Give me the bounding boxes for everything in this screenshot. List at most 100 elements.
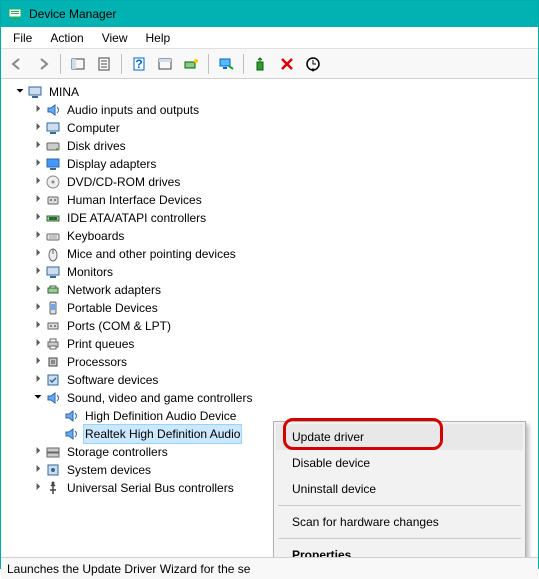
tree-item[interactable]: ⏵ Software devices xyxy=(3,371,536,389)
tree-item[interactable]: ⏵ Computer xyxy=(3,119,536,137)
tree-item[interactable]: ⏵ Human Interface Devices xyxy=(3,191,536,209)
cpu-icon xyxy=(45,354,61,370)
context-sep xyxy=(278,538,521,539)
tree-item-label[interactable]: DVD/CD-ROM drives xyxy=(65,173,182,191)
tree-item-label[interactable]: Processors xyxy=(65,353,129,371)
expand-icon[interactable]: ⏵ xyxy=(31,317,45,335)
add-legacy-button[interactable] xyxy=(179,52,203,76)
tree-item[interactable]: ⏷ Sound, video and game controllers xyxy=(3,389,536,407)
action-button[interactable] xyxy=(153,52,177,76)
menu-action[interactable]: Action xyxy=(42,29,91,47)
tree-item[interactable]: ⏵ Ports (COM & LPT) xyxy=(3,317,536,335)
context-sep xyxy=(278,505,521,506)
tree-item[interactable]: ⏵ Network adapters xyxy=(3,281,536,299)
printer-icon xyxy=(45,336,61,352)
tree-item[interactable]: ⏵ Disk drives xyxy=(3,137,536,155)
context-uninstall-device[interactable]: Uninstall device xyxy=(276,476,523,502)
tree-item[interactable]: ⏵ DVD/CD-ROM drives xyxy=(3,173,536,191)
expand-icon[interactable]: ⏵ xyxy=(31,263,45,281)
expand-icon[interactable]: ⏵ xyxy=(31,191,45,209)
context-properties[interactable]: Properties xyxy=(276,542,523,557)
menu-file[interactable]: File xyxy=(5,29,40,47)
tree-item-label[interactable]: Monitors xyxy=(65,263,115,281)
tree-item-label[interactable]: Disk drives xyxy=(65,137,128,155)
context-scan[interactable]: Scan for hardware changes xyxy=(276,509,523,535)
expand-icon[interactable]: ⏵ xyxy=(31,173,45,191)
statusbar: Launches the Update Driver Wizard for th… xyxy=(1,557,538,579)
scan-button[interactable] xyxy=(301,52,325,76)
tree-item-label[interactable]: Universal Serial Bus controllers xyxy=(65,479,236,497)
tree-item-label[interactable]: Portable Devices xyxy=(65,299,160,317)
expand-icon[interactable]: ⏵ xyxy=(31,371,45,389)
expand-icon[interactable]: ⏷ xyxy=(13,83,27,101)
tree-item[interactable]: ⏵ Mice and other pointing devices xyxy=(3,245,536,263)
disk-icon xyxy=(45,138,61,154)
tree-root[interactable]: ⏷ MINA xyxy=(3,83,536,101)
device-tree[interactable]: ⏷ MINA ⏵ Audio inputs and outputs ⏵ Compute… xyxy=(1,79,538,557)
tree-item[interactable]: ⏵ Audio inputs and outputs xyxy=(3,101,536,119)
expand-icon[interactable]: ⏵ xyxy=(31,137,45,155)
tree-item-label[interactable]: Mice and other pointing devices xyxy=(65,245,238,263)
tree-item[interactable]: ⏵ Processors xyxy=(3,353,536,371)
tree-item-label[interactable]: Display adapters xyxy=(65,155,158,173)
tree-item[interactable]: ⏵ Display adapters xyxy=(3,155,536,173)
expand-icon[interactable]: ⏵ xyxy=(31,461,45,479)
tree-item-label[interactable]: Network adapters xyxy=(65,281,163,299)
tree-item-label[interactable]: Software devices xyxy=(65,371,160,389)
expand-icon[interactable]: ⏵ xyxy=(31,353,45,371)
expand-icon[interactable]: ⏵ xyxy=(31,479,45,497)
tree-subitem-label[interactable]: Realtek High Definition Audio xyxy=(83,424,242,444)
properties-button[interactable] xyxy=(92,52,116,76)
expand-icon[interactable]: ⏵ xyxy=(31,119,45,137)
tree-item-label[interactable]: IDE ATA/ATAPI controllers xyxy=(65,209,208,227)
tree-item-label[interactable]: Sound, video and game controllers xyxy=(65,389,254,407)
uninstall-button[interactable] xyxy=(275,52,299,76)
expand-icon[interactable]: ⏵ xyxy=(31,101,45,119)
mouse-icon xyxy=(45,246,61,262)
storage-icon xyxy=(45,444,61,460)
tree-item-label[interactable]: Computer xyxy=(65,119,122,137)
expand-icon[interactable]: ⏵ xyxy=(31,245,45,263)
tree-item-label[interactable]: System devices xyxy=(65,461,153,479)
expand-icon[interactable]: ⏵ xyxy=(31,227,45,245)
tree-subitem-label[interactable]: High Definition Audio Device xyxy=(83,407,238,425)
forward-button[interactable] xyxy=(31,52,55,76)
menu-help[interactable]: Help xyxy=(138,29,179,47)
keyboard-icon xyxy=(45,228,61,244)
context-update-driver[interactable]: Update driver xyxy=(276,424,523,450)
context-disable-device[interactable]: Disable device xyxy=(276,450,523,476)
tree-item[interactable]: ⏵ IDE ATA/ATAPI controllers xyxy=(3,209,536,227)
display-icon xyxy=(45,156,61,172)
expand-icon[interactable]: ⏵ xyxy=(31,335,45,353)
tree-item[interactable]: ⏵ Portable Devices xyxy=(3,299,536,317)
collapse-icon[interactable]: ⏷ xyxy=(31,389,45,407)
expand-icon[interactable]: ⏵ xyxy=(31,155,45,173)
tree-item-label[interactable]: Print queues xyxy=(65,335,136,353)
update-driver-button[interactable] xyxy=(249,52,273,76)
ide-icon xyxy=(45,210,61,226)
tree-item[interactable]: ⏵ Keyboards xyxy=(3,227,536,245)
tree-item-label[interactable]: Human Interface Devices xyxy=(65,191,204,209)
speaker-icon xyxy=(45,102,61,118)
monitor-icon xyxy=(45,120,61,136)
remote-computer-button[interactable] xyxy=(214,52,238,76)
computer-icon xyxy=(27,84,43,100)
tree-item-label[interactable]: Ports (COM & LPT) xyxy=(65,317,173,335)
tree-item[interactable]: ⏵ Print queues xyxy=(3,335,536,353)
tree-item-label[interactable]: Storage controllers xyxy=(65,443,170,461)
menu-view[interactable]: View xyxy=(94,29,136,47)
show-hide-tree-button[interactable] xyxy=(66,52,90,76)
root-label[interactable]: MINA xyxy=(47,83,81,101)
expand-icon[interactable]: ⏵ xyxy=(31,443,45,461)
port-icon xyxy=(45,318,61,334)
help-button[interactable]: ? xyxy=(127,52,151,76)
toolbar-sep xyxy=(60,54,61,74)
tree-item-label[interactable]: Audio inputs and outputs xyxy=(65,101,201,119)
expand-icon[interactable]: ⏵ xyxy=(31,209,45,227)
back-button[interactable] xyxy=(5,52,29,76)
tree-item-label[interactable]: Keyboards xyxy=(65,227,126,245)
speaker-icon xyxy=(63,408,79,424)
tree-item[interactable]: ⏵ Monitors xyxy=(3,263,536,281)
expand-icon[interactable]: ⏵ xyxy=(31,299,45,317)
expand-icon[interactable]: ⏵ xyxy=(31,281,45,299)
